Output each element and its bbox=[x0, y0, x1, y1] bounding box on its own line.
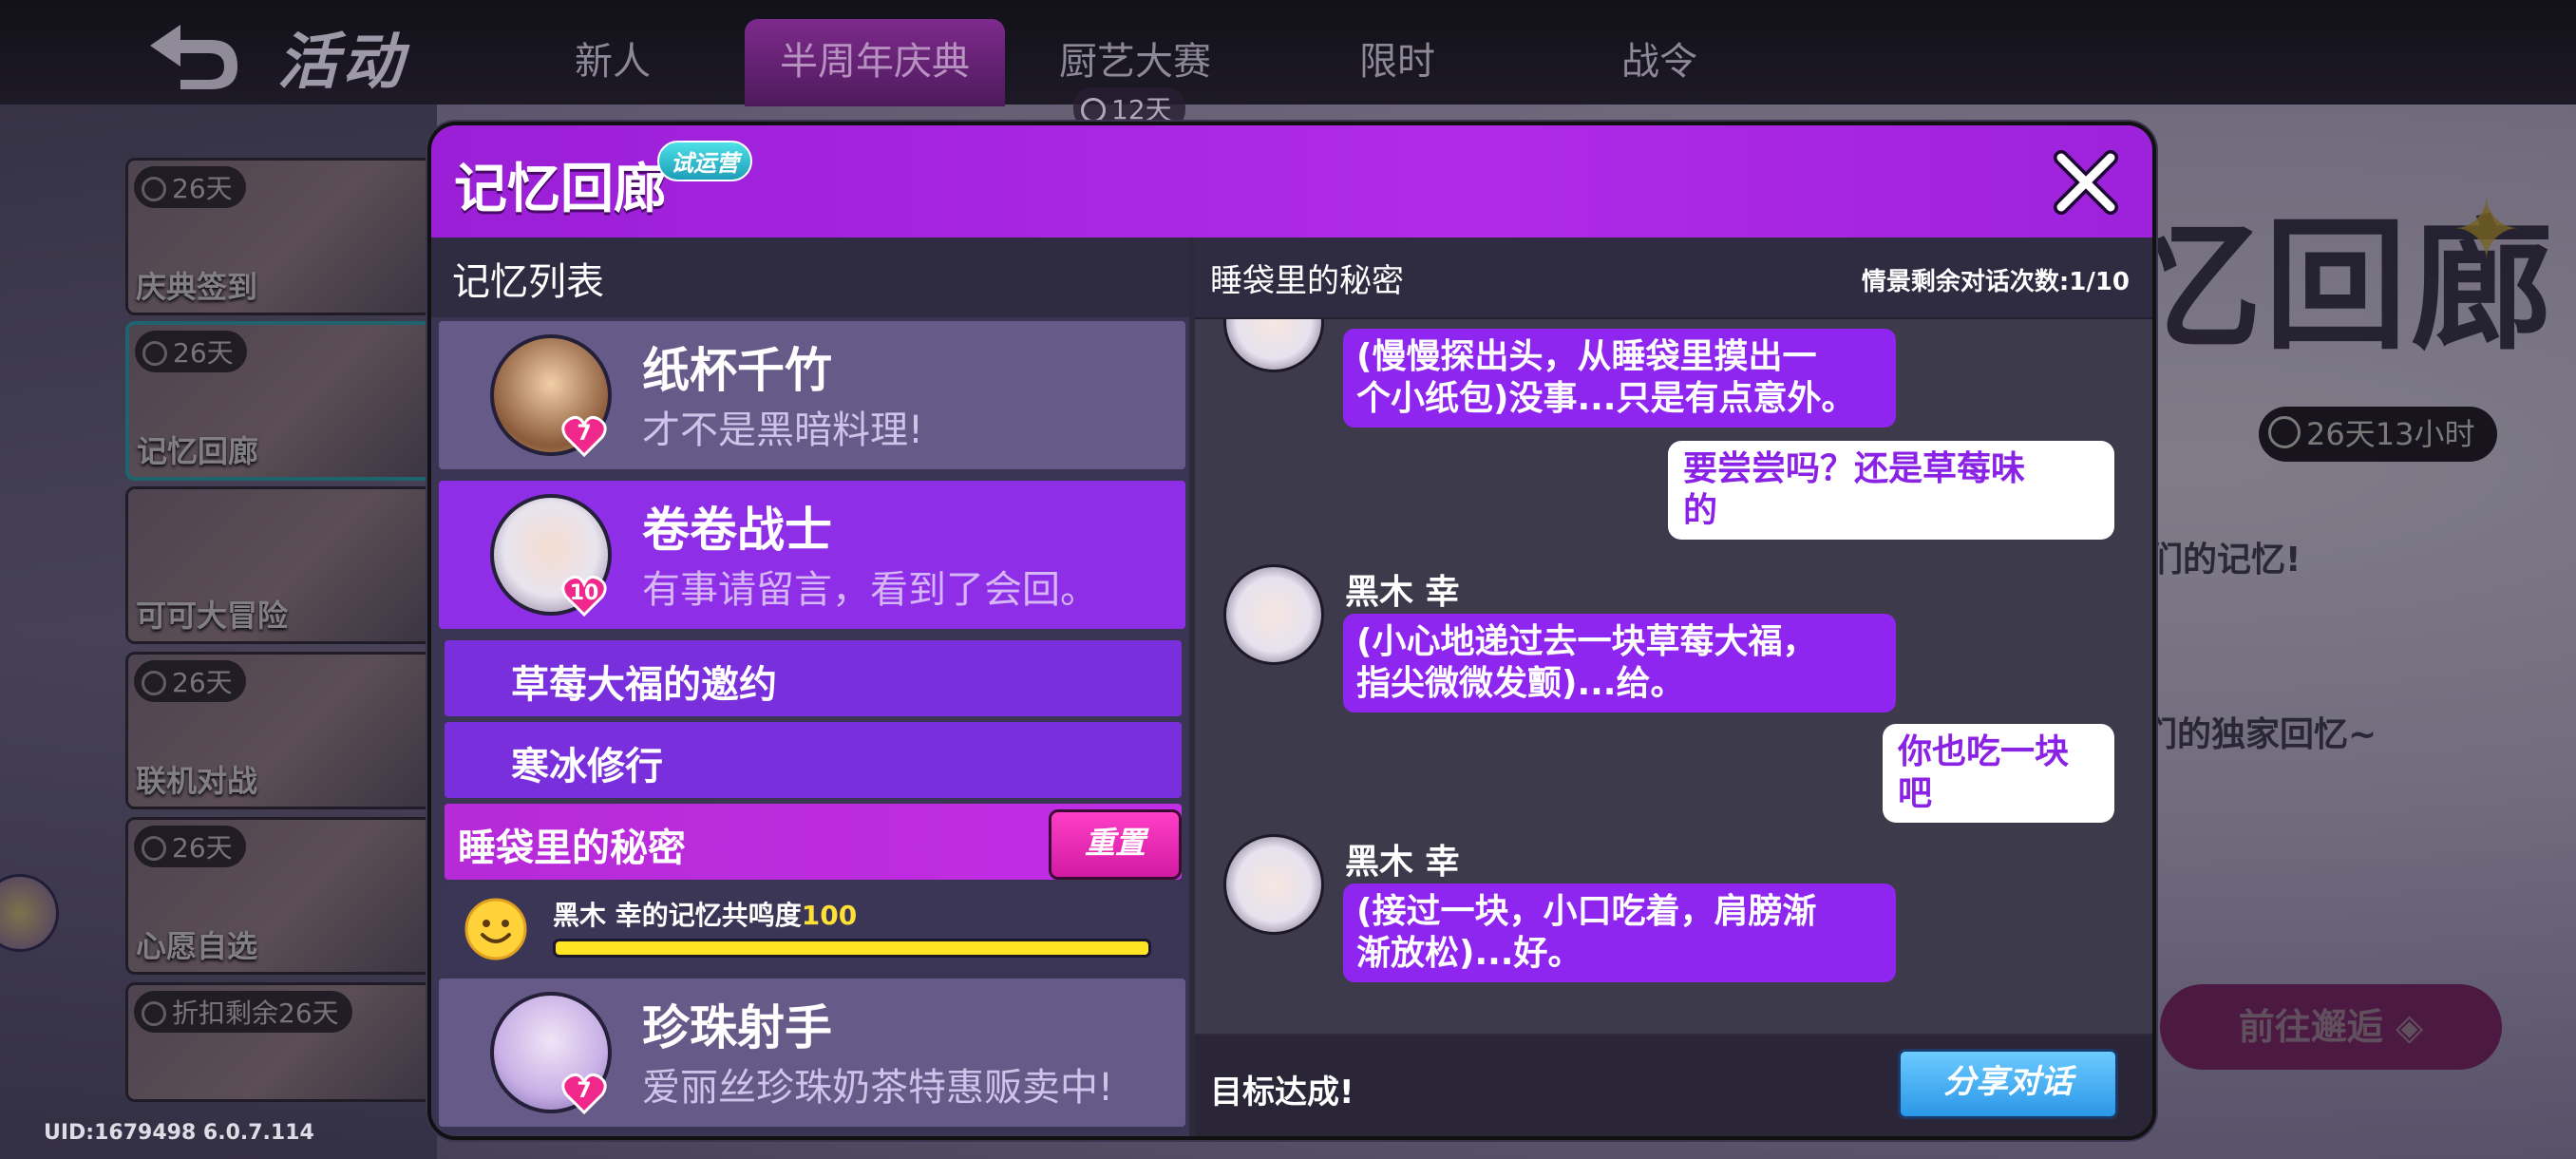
memory-item-label: 睡袋里的秘密 bbox=[458, 826, 686, 870]
resonance-progress-bar bbox=[553, 939, 1151, 958]
character-row-pearl-shooter[interactable]: 7 珍珠射手 爱丽丝珍珠奶茶特惠贩卖中! bbox=[439, 978, 1185, 1127]
dialogue-footer: 目标达成! 分享对话 bbox=[1195, 1036, 2152, 1136]
tab-battle-pass[interactable]: 战令 bbox=[1579, 19, 1740, 106]
character-row-curly-warrior[interactable]: 10 卷卷战士 有事请留言，看到了会回。 bbox=[439, 481, 1185, 629]
chat-line: (接过一块，小口吃着，肩膀渐 bbox=[1356, 892, 1817, 931]
goal-status: 目标达成! bbox=[1210, 1074, 1354, 1112]
clock-icon bbox=[1081, 98, 1106, 123]
chat-line: 要尝尝吗？还是草莓味 bbox=[1683, 449, 2026, 488]
chat-bubble-player: 你也吃一块吧 bbox=[1883, 724, 2114, 823]
character-subtitle: 有事请留言，看到了会回。 bbox=[642, 568, 1098, 612]
memory-list-title: 记忆列表 bbox=[452, 260, 604, 304]
memory-corridor-modal: 记忆回廊 试运营 记忆列表 7 纸杯千竹 才不是黑暗料理! 10 卷卷战士 有事… bbox=[427, 122, 2156, 1140]
smile-icon bbox=[464, 898, 527, 960]
character-name: 纸杯千竹 bbox=[642, 343, 832, 398]
chat-line: 指尖微微发颤)...给。 bbox=[1356, 664, 1685, 703]
character-avatar bbox=[1223, 564, 1324, 665]
character-name: 珍珠射手 bbox=[642, 1000, 832, 1055]
chat-bubble-npc: (慢慢探出头，从睡袋里摸出一 个小纸包)没事...只是有点意外。 bbox=[1343, 329, 1896, 428]
resonance-panel: 黑木 幸的记忆共鸣度100 bbox=[445, 885, 1182, 973]
heart-icon bbox=[561, 416, 607, 458]
remaining-dialogue-count: 情景剩余对话次数:1/10 bbox=[1861, 268, 2130, 296]
character-row-paper-cup[interactable]: 7 纸杯千竹 才不是黑暗料理! bbox=[439, 321, 1185, 469]
resonance-text: 黑木 幸的记忆共鸣度100 bbox=[553, 895, 857, 933]
character-name: 卷卷战士 bbox=[642, 503, 832, 558]
dialogue-title: 睡袋里的秘密 bbox=[1210, 262, 1404, 300]
heart-icon bbox=[561, 576, 607, 618]
share-dialogue-button[interactable]: 分享对话 bbox=[1898, 1049, 2118, 1119]
memory-item-sleeping-bag-secret[interactable]: 睡袋里的秘密 重置 bbox=[445, 804, 1182, 880]
memory-list-header: 记忆列表 bbox=[431, 238, 1189, 317]
memory-item-label: 寒冰修行 bbox=[511, 745, 663, 788]
memory-list-panel: 记忆列表 7 纸杯千竹 才不是黑暗料理! 10 卷卷战士 有事请留言，看到了会回… bbox=[431, 238, 1189, 1136]
chat-bubble-player: 要尝尝吗？还是草莓味 的 bbox=[1668, 441, 2114, 540]
dialogue-header: 睡袋里的秘密 情景剩余对话次数:1/10 bbox=[1195, 238, 2152, 319]
speaker-name: 黑木 幸 bbox=[1345, 843, 1460, 882]
back-icon[interactable] bbox=[142, 17, 247, 91]
character-subtitle: 才不是黑暗料理! bbox=[642, 408, 924, 452]
character-avatar bbox=[1223, 834, 1324, 935]
character-subtitle: 爱丽丝珍珠奶茶特惠贩卖中! bbox=[642, 1066, 1114, 1110]
chat-line: (慢慢探出头，从睡袋里摸出一 bbox=[1356, 337, 1817, 376]
chat-line: (小心地递过去一块草莓大福， bbox=[1356, 622, 1817, 661]
modal-header: 记忆回廊 试运营 bbox=[431, 125, 2152, 238]
memory-item-ice-training[interactable]: 寒冰修行 bbox=[445, 722, 1182, 798]
tab-newcomer[interactable]: 新人 bbox=[532, 19, 693, 106]
chat-line: 渐放松)...好。 bbox=[1356, 934, 1582, 973]
uid-label: UID:1679498 6.0.7.114 bbox=[44, 1121, 314, 1145]
close-icon[interactable] bbox=[2052, 148, 2120, 217]
tab-limited[interactable]: 限时 bbox=[1316, 19, 1478, 106]
chat-log[interactable]: (慢慢探出头，从睡袋里摸出一 个小纸包)没事...只是有点意外。 要尝尝吗？还是… bbox=[1195, 319, 2152, 1034]
chat-line: 你也吃一块吧 bbox=[1898, 732, 2070, 813]
memory-item-label: 草莓大福的邀约 bbox=[511, 663, 777, 707]
trial-badge: 试运营 bbox=[657, 141, 752, 181]
resonance-value: 100 bbox=[801, 900, 858, 931]
chat-line: 个小纸包)没事...只是有点意外。 bbox=[1356, 379, 1856, 418]
speaker-name: 黑木 幸 bbox=[1345, 573, 1460, 612]
resonance-progress-fill bbox=[556, 941, 1148, 955]
character-avatar bbox=[1223, 319, 1324, 372]
top-nav-bar: 活动 新人 半周年庆典 厨艺大赛 限时 战令 bbox=[0, 0, 2576, 106]
memory-item-strawberry-invite[interactable]: 草莓大福的邀约 bbox=[445, 640, 1182, 716]
reset-button[interactable]: 重置 bbox=[1049, 809, 1182, 880]
tab-half-anniversary[interactable]: 半周年庆典 bbox=[745, 19, 1005, 106]
chat-line: 的 bbox=[1683, 491, 1718, 530]
page-title: 活动 bbox=[277, 28, 407, 98]
heart-icon bbox=[561, 1074, 607, 1115]
dialogue-panel: 睡袋里的秘密 情景剩余对话次数:1/10 (慢慢探出头，从睡袋里摸出一 个小纸包… bbox=[1195, 238, 2152, 1136]
chat-bubble-npc: (接过一块，小口吃着，肩膀渐 渐放松)...好。 bbox=[1343, 884, 1896, 982]
modal-title: 记忆回廊 bbox=[454, 159, 667, 220]
resonance-label: 黑木 幸的记忆共鸣度 bbox=[553, 900, 802, 931]
chat-bubble-npc: (小心地递过去一块草莓大福， 指尖微微发颤)...给。 bbox=[1343, 614, 1896, 712]
